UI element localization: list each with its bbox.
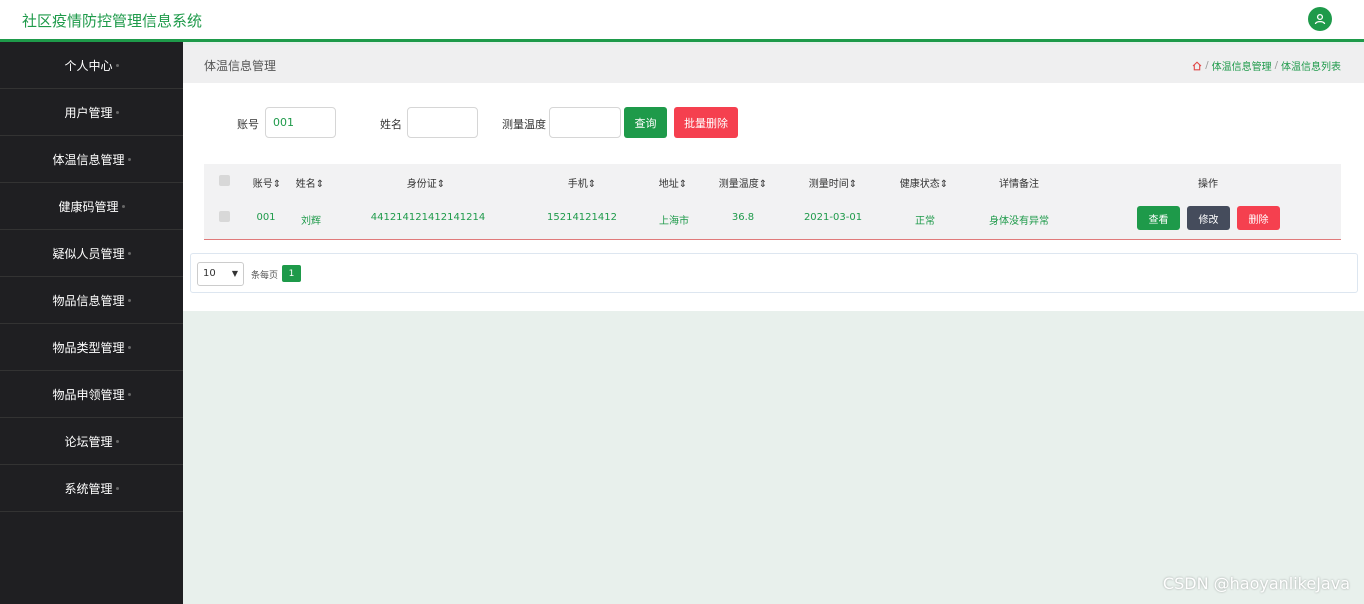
sidebar-item-label: 物品申领管理 — [52, 387, 125, 402]
column-header[interactable]: 账号⇕ — [253, 175, 281, 190]
delete-button[interactable]: 删除 — [1237, 206, 1280, 230]
watermark: CSDN @haoyanlikeJava — [1162, 574, 1350, 593]
cell-address: 上海市 — [659, 216, 689, 227]
column-header[interactable]: 健康状态⇕ — [900, 175, 948, 190]
sidebar: 个人中心 用户管理 体温信息管理 健康码管理 疑似人员管理 物品信息管理 物品类… — [0, 42, 183, 604]
column-header: 详情备注 — [999, 179, 1039, 190]
sidebar-item-goods-info[interactable]: 物品信息管理 — [0, 277, 183, 324]
app-title: 社区疫情防控管理信息系统 — [22, 12, 203, 30]
batch-delete-button[interactable]: 批量删除 — [674, 107, 738, 138]
breadcrumb-item[interactable]: 体温信息管理 — [1212, 58, 1272, 73]
sidebar-item-label: 个人中心 — [64, 58, 113, 73]
page-size-label: 条每页 — [251, 271, 279, 281]
account-input[interactable]: 001 — [265, 107, 336, 138]
column-header[interactable]: 测量温度⇕ — [719, 175, 767, 190]
sidebar-item-forum[interactable]: 论坛管理 — [0, 418, 183, 465]
sidebar-item-suspected-persons[interactable]: 疑似人员管理 — [0, 230, 183, 277]
cell-account: 001 — [256, 212, 276, 223]
name-input[interactable] — [407, 107, 478, 138]
breadcrumb: / 体温信息管理 / 体温信息列表 — [1192, 58, 1341, 73]
account-label: 账号 — [237, 118, 259, 131]
breadcrumb-separator: / — [1274, 60, 1278, 71]
sidebar-item-label: 系统管理 — [64, 481, 113, 496]
cell-name: 刘辉 — [301, 216, 321, 227]
breadcrumb-separator: / — [1205, 60, 1209, 71]
data-table: 账号⇕ 姓名⇕ 身份证⇕ 手机⇕ 地址⇕ 测量温度⇕ 测量时间⇕ 健康状态⇕ 详… — [204, 164, 1341, 240]
cell-time: 2021-03-01 — [803, 212, 863, 223]
sidebar-item-label: 物品信息管理 — [52, 293, 125, 308]
sidebar-item-label: 疑似人员管理 — [52, 246, 125, 261]
column-header[interactable]: 姓名⇕ — [296, 175, 324, 190]
main-content: 体温信息管理 / 体温信息管理 / 体温信息列表 账号 001 姓名 测量温度 … — [183, 45, 1364, 604]
sidebar-item-temperature-management[interactable]: 体温信息管理 — [0, 136, 183, 183]
page-title: 体温信息管理 — [204, 59, 277, 73]
content-panel: 体温信息管理 / 体温信息管理 / 体温信息列表 账号 001 姓名 测量温度 … — [183, 45, 1364, 311]
column-header[interactable]: 地址⇕ — [659, 175, 687, 190]
view-button[interactable]: 查看 — [1137, 206, 1180, 230]
pagination: 10 ▼ 条每页 1 — [190, 253, 1358, 293]
column-header[interactable]: 身份证⇕ — [407, 175, 445, 190]
sidebar-item-personal-center[interactable]: 个人中心 — [0, 42, 183, 89]
name-label: 姓名 — [380, 118, 402, 131]
column-header[interactable]: 手机⇕ — [568, 175, 596, 190]
page-size-select[interactable]: 10 ▼ — [197, 262, 244, 286]
temperature-input[interactable] — [549, 107, 621, 138]
search-form: 账号 001 姓名 测量温度 查询 批量删除 — [183, 107, 1364, 139]
user-glyph — [1314, 13, 1326, 25]
home-icon[interactable] — [1192, 60, 1202, 71]
sidebar-item-health-code[interactable]: 健康码管理 — [0, 183, 183, 230]
sidebar-item-goods-claim[interactable]: 物品申领管理 — [0, 371, 183, 418]
cell-health-status: 正常 — [915, 216, 935, 227]
sidebar-item-label: 体温信息管理 — [52, 152, 125, 167]
sidebar-item-label: 用户管理 — [64, 105, 113, 120]
chevron-down-icon: ▼ — [231, 269, 238, 278]
user-icon[interactable] — [1308, 7, 1332, 31]
page-number-current[interactable]: 1 — [282, 265, 301, 282]
edit-button[interactable]: 修改 — [1187, 206, 1230, 230]
sidebar-item-user-management[interactable]: 用户管理 — [0, 89, 183, 136]
sidebar-item-goods-type[interactable]: 物品类型管理 — [0, 324, 183, 371]
cell-id-card: 441214121412141214 — [370, 212, 486, 223]
breadcrumb-item: 体温信息列表 — [1281, 62, 1341, 73]
sidebar-item-label: 论坛管理 — [64, 434, 113, 449]
top-bar: 社区疫情防控管理信息系统 — [0, 0, 1364, 42]
column-header: 操作 — [1198, 179, 1218, 190]
row-checkbox[interactable] — [219, 211, 230, 222]
temperature-label: 测量温度 — [502, 118, 546, 131]
sidebar-item-label: 健康码管理 — [58, 199, 119, 214]
cell-remark: 身体没有异常 — [989, 216, 1049, 227]
cell-phone: 15214121412 — [547, 212, 617, 223]
sidebar-item-system[interactable]: 系统管理 — [0, 465, 183, 512]
select-all-checkbox[interactable] — [219, 175, 230, 186]
cell-temperature: 36.8 — [731, 212, 755, 223]
query-button[interactable]: 查询 — [624, 107, 667, 138]
breadcrumb-bar: 体温信息管理 / 体温信息管理 / 体温信息列表 — [183, 45, 1364, 83]
sidebar-item-label: 物品类型管理 — [52, 340, 125, 355]
column-header[interactable]: 测量时间⇕ — [809, 175, 857, 190]
page-size-value: 10 — [203, 268, 216, 279]
